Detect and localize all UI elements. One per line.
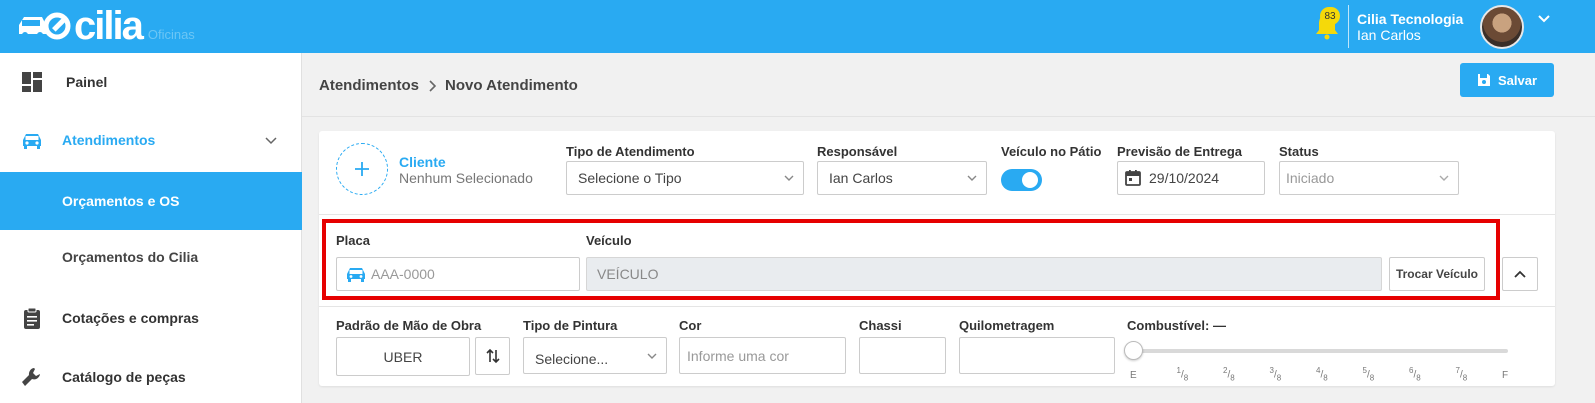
save-button-label: Salvar	[1497, 72, 1538, 88]
header-divider	[302, 116, 1595, 117]
mao-obra-label: Padrão de Mão de Obra	[336, 318, 482, 333]
chevron-down-icon[interactable]	[1537, 12, 1551, 26]
chassi-label: Chassi	[859, 318, 902, 333]
previsao-entrega-value: 29/10/2024	[1149, 170, 1220, 186]
chevron-right-icon	[429, 79, 437, 92]
clipboard-icon	[24, 307, 40, 329]
brand-name: cilia	[74, 4, 144, 48]
combustivel-tick-label: E	[1130, 370, 1137, 381]
topbar-divider	[1348, 5, 1349, 48]
user-avatar[interactable]	[1480, 5, 1524, 49]
previsao-entrega-input[interactable]: 29/10/2024	[1117, 161, 1265, 195]
combustivel-tick-label: 1/8	[1176, 366, 1189, 383]
sidebar-item-label: Catálogo de peças	[62, 369, 186, 385]
status-select: Iniciado	[1279, 161, 1459, 195]
chevron-up-icon	[1514, 270, 1526, 278]
status-value: Iniciado	[1286, 170, 1335, 186]
mao-obra-value: UBER	[383, 348, 423, 365]
breadcrumb-novo-atendimento: Novo Atendimento	[445, 77, 578, 94]
add-client-button[interactable]	[336, 143, 388, 195]
sidebar-item-label: Orçamentos do Cilia	[62, 249, 199, 265]
sidebar-item-orcamentos-cilia[interactable]: Orçamentos do Cilia	[0, 228, 302, 286]
sidebar-item-painel[interactable]: Painel	[0, 53, 302, 111]
company-name: Cilia Tecnologia	[1357, 11, 1464, 27]
chevron-down-icon	[1439, 175, 1449, 181]
tipo-pintura-value: Selecione...	[535, 350, 609, 367]
breadcrumb: Atendimentos Novo Atendimento	[319, 77, 578, 94]
car-wrench-logo-icon	[19, 12, 71, 40]
combustivel-slider-thumb[interactable]	[1124, 341, 1143, 360]
combustivel-tick-label: 3/8	[1269, 366, 1282, 383]
row-divider	[319, 306, 1555, 307]
sidebar-item-label: Atendimentos	[62, 132, 156, 148]
cor-placeholder: Informe uma cor	[687, 347, 789, 364]
cor-label: Cor	[679, 318, 702, 333]
chassi-input[interactable]	[859, 337, 946, 374]
client-title[interactable]: Cliente	[399, 154, 446, 170]
tipo-atendimento-value: Selecione o Tipo	[578, 170, 682, 186]
collapse-button[interactable]	[1502, 257, 1538, 291]
dashboard-icon	[22, 72, 42, 92]
quilometragem-input[interactable]	[959, 337, 1115, 374]
sidebar-item-label: Cotações e compras	[62, 310, 199, 326]
swap-button[interactable]	[475, 337, 510, 375]
cilia-logo[interactable]: cilia Oficinas	[16, 4, 195, 48]
sidebar: Painel Atendimentos Orçamentos e OS Orça…	[0, 53, 302, 403]
combustivel-label: Combustível: —	[1127, 318, 1226, 333]
wrench-icon	[22, 368, 40, 386]
sidebar-item-orcamentos-os[interactable]: Orçamentos e OS	[0, 172, 302, 230]
client-subtitle: Nenhum Selecionado	[399, 170, 533, 186]
responsavel-select[interactable]: Ian Carlos	[817, 161, 987, 195]
sidebar-item-label: Painel	[66, 74, 108, 90]
mao-obra-field[interactable]: UBER	[336, 337, 470, 376]
toggle-knob	[1022, 172, 1038, 188]
user-name: Ian Carlos	[1357, 27, 1421, 43]
breadcrumb-atendimentos[interactable]: Atendimentos	[319, 77, 419, 94]
swap-vertical-icon	[485, 348, 500, 364]
row-divider	[319, 214, 1555, 215]
combustivel-tick-label: 2/8	[1223, 366, 1235, 383]
floppy-disk-icon	[1477, 74, 1490, 86]
combustivel-tick-label: 6/8	[1409, 366, 1421, 383]
combustivel-tick-label: 5/8	[1362, 366, 1375, 383]
sidebar-item-cotacoes[interactable]: Cotações e compras	[0, 289, 302, 347]
tipo-atendimento-label: Tipo de Atendimento	[566, 144, 695, 159]
responsavel-label: Responsável	[817, 144, 898, 159]
combustivel-slider-track[interactable]	[1133, 349, 1508, 353]
chevron-down-icon	[265, 137, 277, 145]
plus-icon	[355, 162, 369, 176]
calendar-icon	[1125, 170, 1141, 186]
tipo-pintura-label: Tipo de Pintura	[523, 318, 618, 333]
chevron-down-icon	[647, 353, 657, 359]
cor-input[interactable]: Informe uma cor	[679, 337, 846, 374]
sidebar-item-label: Orçamentos e OS	[62, 193, 180, 209]
previsao-entrega-label: Previsão de Entrega	[1117, 144, 1242, 159]
sidebar-item-catalogo[interactable]: Catálogo de peças	[0, 348, 302, 403]
sidebar-item-atendimentos[interactable]: Atendimentos	[0, 111, 302, 169]
chevron-down-icon	[967, 175, 977, 181]
chevron-down-icon	[784, 175, 794, 181]
notification-count-badge: 83	[1320, 7, 1340, 25]
tipo-pintura-select[interactable]: Selecione...	[523, 337, 667, 374]
status-label: Status	[1279, 144, 1319, 159]
tipo-atendimento-select[interactable]: Selecione o Tipo	[566, 161, 804, 195]
brand-subtitle: Oficinas	[147, 27, 195, 42]
combustivel-tick-label: F	[1502, 370, 1509, 381]
save-button[interactable]: Salvar	[1460, 63, 1554, 97]
combustivel-tick-label: 7/8	[1455, 366, 1468, 383]
top-bar	[0, 0, 1595, 53]
combustivel-tick-label: 4/8	[1316, 366, 1328, 383]
quilometragem-label: Quilometragem	[959, 318, 1055, 333]
highlight-box	[322, 219, 1500, 300]
car-icon	[23, 134, 41, 149]
responsavel-value: Ian Carlos	[829, 170, 893, 186]
veiculo-patio-label: Veículo no Pátio	[1001, 144, 1102, 159]
